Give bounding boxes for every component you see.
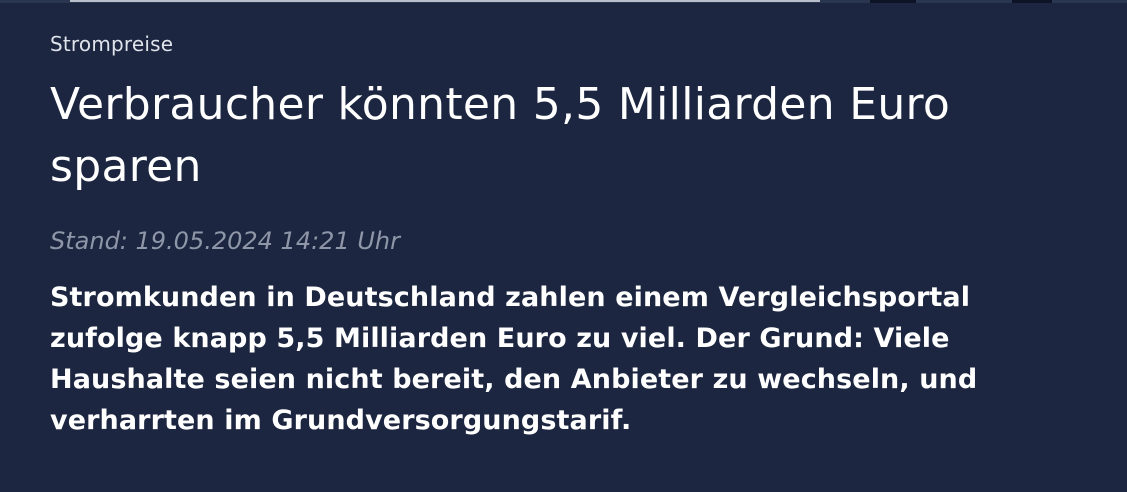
top-image-edge: [0, 0, 1127, 3]
lead-paragraph: Stromkunden in Deutschland zahlen einem …: [50, 282, 978, 436]
headline: Verbraucher könnten 5,5 Milliarden Euro …: [50, 79, 951, 192]
image-edge-light: [70, 0, 820, 2]
article-header: Strompreise Verbraucher könnten 5,5 Mill…: [50, 30, 1090, 441]
image-edge-mark: [1012, 0, 1052, 3]
dateline: Stand: 19.05.2024 14:21 Uhr: [50, 227, 400, 255]
image-edge-mark: [870, 0, 916, 3]
topline: Strompreise: [50, 32, 174, 56]
